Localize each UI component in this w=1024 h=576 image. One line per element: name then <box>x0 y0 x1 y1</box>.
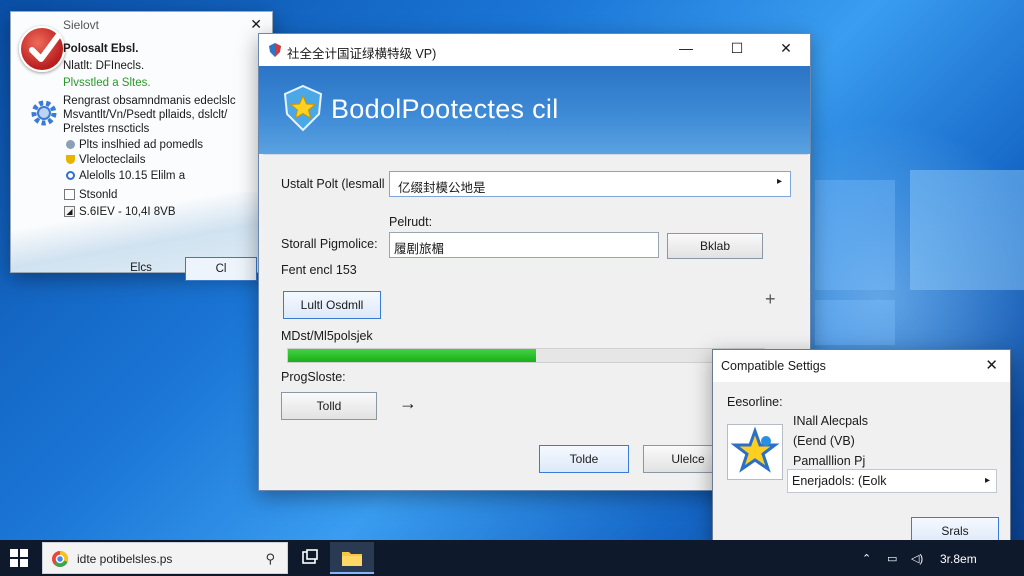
progress-label: ProgSloste: <box>281 370 346 384</box>
task-view-button[interactable] <box>288 542 332 574</box>
close-icon[interactable]: ✕ <box>985 356 998 374</box>
title-bar[interactable]: 社全全计国证绿横特级 VP) — ☐ ✕ <box>259 34 810 66</box>
taskbar: idte potibelsles.ps ⚲ ⌃ ▭ ◁) 3r.8em <box>0 540 1024 576</box>
compat-mode-dropdown[interactable]: Enerjadols: (Eolk ▸ <box>787 469 997 493</box>
ok-button[interactable]: Tolde <box>539 445 629 473</box>
chevron-right-icon: ▸ <box>984 475 990 486</box>
notice-line: Polosalt Ebsl. <box>63 43 139 55</box>
close-icon[interactable]: ✕ <box>250 16 262 33</box>
notice-line: Msvantlt/Vn/Psedt pllaids, dslclt/ <box>63 109 228 121</box>
browser-icon <box>52 550 69 567</box>
task-view-icon <box>302 549 318 564</box>
chevron-right-icon: ▸ <box>776 176 782 187</box>
star-app-icon <box>730 426 780 473</box>
storage-input[interactable]: 履剧旅楣 <box>389 232 659 258</box>
section-label: Eesorline: <box>727 395 783 409</box>
expand-plus-icon[interactable]: + <box>765 289 776 310</box>
primary-button[interactable]: Cl <box>185 257 257 281</box>
detail-line: (Eend (VB) <box>793 434 855 448</box>
secondary-button[interactable]: Elcs <box>117 257 165 281</box>
detail-line: INall Alecpals <box>793 414 869 428</box>
install-dropdown-value: 亿缀封模公地是 <box>398 181 486 195</box>
progress-fill <box>288 349 536 362</box>
storage-label: Storall Pigmolice: <box>281 237 378 251</box>
star-shield-icon <box>283 84 323 132</box>
title-bar[interactable]: Compatible Settigs ✕ <box>713 350 1010 382</box>
notice-line: Stsonld <box>79 189 118 201</box>
folder-icon <box>342 552 362 566</box>
notice-line: Alelolls 10.15 Elilm a <box>79 170 186 182</box>
notice-line: Plts inslhied ad pomedls <box>79 139 204 151</box>
compatibility-dialog[interactable]: Compatible Settigs ✕ Eesorline: INall Al… <box>712 349 1011 557</box>
speaker-icon[interactable]: ◁) <box>911 552 923 565</box>
pin-icon[interactable]: ⚲ <box>265 551 275 567</box>
search-text: idte potibelsles.ps <box>77 552 173 566</box>
free-space-label: Fent encl 153 <box>281 263 357 277</box>
install-progress-bar <box>287 348 765 363</box>
dialog-title: Compatible Settigs <box>721 359 826 373</box>
status-label: MDst/Ml5polsjek <box>281 329 373 343</box>
notice-line: Prelstes rnscticls <box>63 123 150 135</box>
app-thumbnail <box>727 424 783 480</box>
taskbar-search-box[interactable]: idte potibelsles.ps ⚲ <box>42 542 288 574</box>
install-label: Ustalt Polt (lesmall <box>281 177 385 191</box>
path-label: Pelrudt: <box>389 215 433 229</box>
shield-icon <box>66 155 75 164</box>
notice-line: S.6IEV - 10,4I 8VB <box>79 206 176 218</box>
options-button[interactable]: Lultl Osdmll <box>283 291 381 319</box>
status-dot-icon <box>66 140 75 149</box>
desktop-light-pane <box>910 170 1024 290</box>
window-title: 社全全计国证绿横特级 VP) <box>287 47 437 61</box>
desktop-light-pane <box>815 180 895 290</box>
notice-line: Plvsstled a Sltes. <box>63 77 151 89</box>
storage-input-value: 履剧旅楣 <box>394 242 445 256</box>
notification-window[interactable]: Sielovt ✕ Polosalt Ebsl. Nlatlt: DFInecl… <box>10 11 273 281</box>
red-check-badge-icon <box>19 26 65 72</box>
chevron-up-icon[interactable]: ⌃ <box>862 552 871 565</box>
window-title: Sielovt <box>63 18 100 32</box>
compat-mode-value: Enerjadols: (Eolk <box>792 474 887 488</box>
install-dropdown[interactable]: 亿缀封模公地是 ▸ <box>389 171 791 197</box>
browse-button[interactable]: Bklab <box>667 233 763 259</box>
notice-line: Rengrast obsamndmanis edeclslc <box>63 95 236 107</box>
notice-line: Nlatlt: DFInecls. <box>63 60 145 72</box>
detail-line: Pamalllion Pj <box>793 454 866 468</box>
gear-icon <box>31 100 57 126</box>
windows-start-icon[interactable] <box>10 549 28 567</box>
brand-banner: BodolPootectes cil <box>259 66 810 154</box>
maximize-icon[interactable]: ☐ <box>717 40 757 57</box>
file-explorer-button[interactable] <box>330 542 374 574</box>
network-icon[interactable]: ▭ <box>887 552 897 565</box>
app-shield-icon <box>269 43 281 57</box>
info-icon <box>66 171 75 180</box>
arrow-right-icon: → <box>399 393 417 413</box>
resize-icon: ◢ <box>64 206 75 217</box>
notice-line: Vlelocteclails <box>79 154 146 166</box>
close-icon[interactable]: ✕ <box>766 40 806 57</box>
tools-button[interactable]: Tolld <box>281 392 377 420</box>
minimize-icon[interactable]: — <box>666 40 706 56</box>
brand-title: BodolPootectes cil <box>331 94 559 124</box>
desktop-light-pane <box>815 300 895 345</box>
clock[interactable]: 3r.8em <box>940 552 977 566</box>
checkbox[interactable] <box>64 189 75 200</box>
